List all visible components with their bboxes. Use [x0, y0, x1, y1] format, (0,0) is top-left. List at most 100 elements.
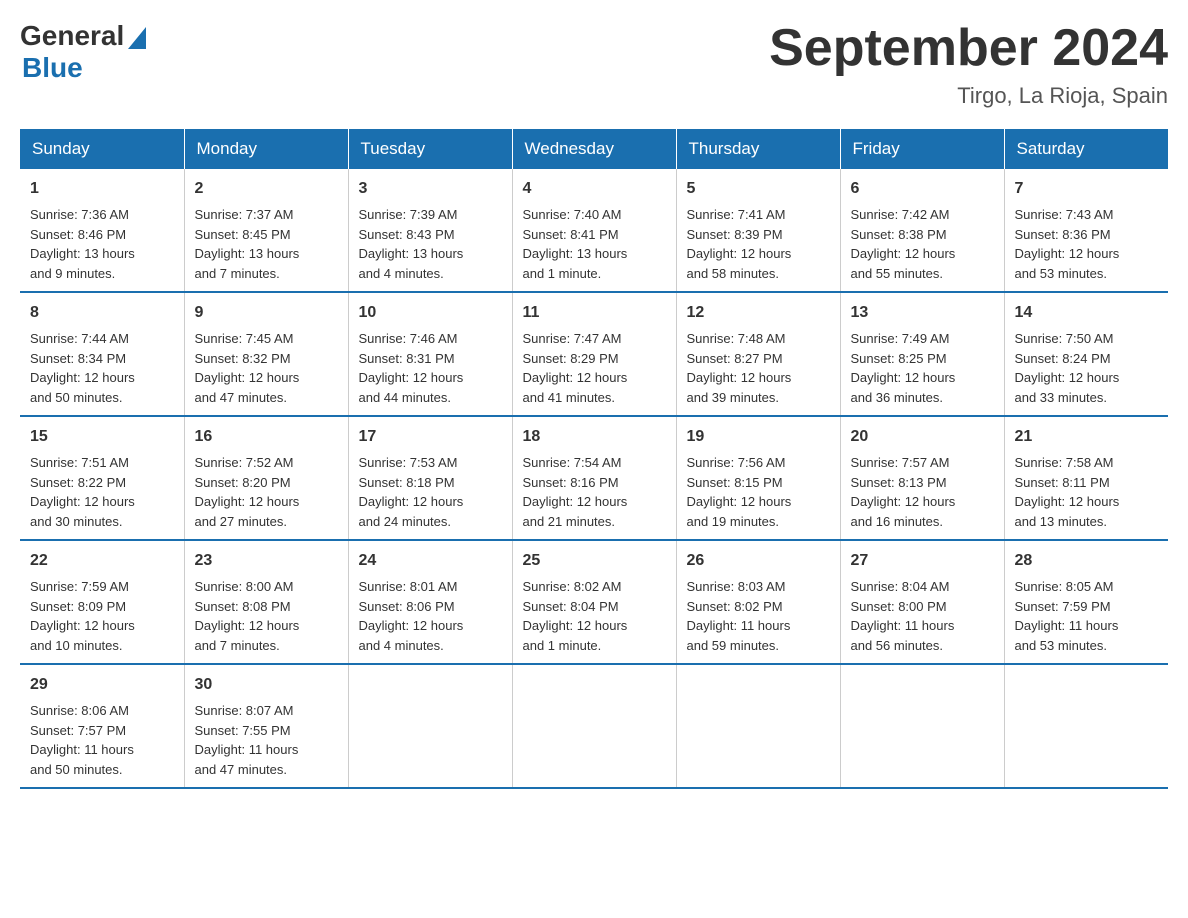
calendar-cell: 23 Sunrise: 8:00 AMSunset: 8:08 PMDayligh…: [184, 540, 348, 664]
week-row-4: 22 Sunrise: 7:59 AMSunset: 8:09 PMDayligh…: [20, 540, 1168, 664]
day-number: 20: [851, 425, 994, 449]
day-number: 18: [523, 425, 666, 449]
day-info: Sunrise: 8:07 AMSunset: 7:55 PMDaylight:…: [195, 701, 338, 779]
day-info: Sunrise: 7:39 AMSunset: 8:43 PMDaylight:…: [359, 205, 502, 283]
calendar-cell: 22 Sunrise: 7:59 AMSunset: 8:09 PMDayligh…: [20, 540, 184, 664]
calendar-cell: 25 Sunrise: 8:02 AMSunset: 8:04 PMDayligh…: [512, 540, 676, 664]
calendar-cell: 5Sunrise: 7:41 AMSunset: 8:39 PMDaylight…: [676, 169, 840, 292]
day-number: 19: [687, 425, 830, 449]
day-number: 8: [30, 301, 174, 325]
day-info: Sunrise: 7:59 AMSunset: 8:09 PMDaylight:…: [30, 577, 174, 655]
day-number: 13: [851, 301, 994, 325]
day-number: 15: [30, 425, 174, 449]
day-info: Sunrise: 7:40 AMSunset: 8:41 PMDaylight:…: [523, 205, 666, 283]
calendar-cell: 4Sunrise: 7:40 AMSunset: 8:41 PMDaylight…: [512, 169, 676, 292]
calendar-cell: [512, 664, 676, 788]
day-info: Sunrise: 8:06 AMSunset: 7:57 PMDaylight:…: [30, 701, 174, 779]
logo-general-text: General: [20, 20, 124, 52]
day-info: Sunrise: 8:00 AMSunset: 8:08 PMDaylight:…: [195, 577, 338, 655]
logo-blue-text: Blue: [22, 52, 146, 84]
header-thursday: Thursday: [676, 129, 840, 169]
calendar-cell: 2 Sunrise: 7:37 AMSunset: 8:45 PMDaylight…: [184, 169, 348, 292]
day-number: 3: [359, 177, 502, 201]
calendar-cell: 16Sunrise: 7:52 AMSunset: 8:20 PMDayligh…: [184, 416, 348, 540]
header-friday: Friday: [840, 129, 1004, 169]
day-info: Sunrise: 7:44 AMSunset: 8:34 PMDaylight:…: [30, 329, 174, 407]
calendar-cell: 3 Sunrise: 7:39 AMSunset: 8:43 PMDaylight…: [348, 169, 512, 292]
calendar-table: SundayMondayTuesdayWednesdayThursdayFrid…: [20, 129, 1168, 789]
page-header: General Blue September 2024 Tirgo, La Ri…: [20, 20, 1168, 109]
calendar-cell: 26Sunrise: 8:03 AMSunset: 8:02 PMDayligh…: [676, 540, 840, 664]
week-row-3: 15 Sunrise: 7:51 AMSunset: 8:22 PMDayligh…: [20, 416, 1168, 540]
calendar-cell: 6 Sunrise: 7:42 AMSunset: 8:38 PMDaylight…: [840, 169, 1004, 292]
day-info: Sunrise: 8:01 AMSunset: 8:06 PMDaylight:…: [359, 577, 502, 655]
calendar-subtitle: Tirgo, La Rioja, Spain: [769, 83, 1168, 109]
day-number: 27: [851, 549, 994, 573]
day-info: Sunrise: 7:53 AMSunset: 8:18 PMDaylight:…: [359, 453, 502, 531]
day-info: Sunrise: 7:54 AMSunset: 8:16 PMDaylight:…: [523, 453, 666, 531]
calendar-cell: [1004, 664, 1168, 788]
day-info: Sunrise: 7:51 AMSunset: 8:22 PMDaylight:…: [30, 453, 174, 531]
calendar-cell: [348, 664, 512, 788]
day-number: 2: [195, 177, 338, 201]
calendar-cell: 14 Sunrise: 7:50 AMSunset: 8:24 PMDayligh…: [1004, 292, 1168, 416]
day-info: Sunrise: 7:46 AMSunset: 8:31 PMDaylight:…: [359, 329, 502, 407]
day-number: 28: [1015, 549, 1159, 573]
header-row: SundayMondayTuesdayWednesdayThursdayFrid…: [20, 129, 1168, 169]
day-info: Sunrise: 8:03 AMSunset: 8:02 PMDaylight:…: [687, 577, 830, 655]
day-info: Sunrise: 7:48 AMSunset: 8:27 PMDaylight:…: [687, 329, 830, 407]
day-info: Sunrise: 7:56 AMSunset: 8:15 PMDaylight:…: [687, 453, 830, 531]
day-info: Sunrise: 7:41 AMSunset: 8:39 PMDaylight:…: [687, 205, 830, 283]
day-info: Sunrise: 8:02 AMSunset: 8:04 PMDaylight:…: [523, 577, 666, 655]
calendar-cell: 24Sunrise: 8:01 AMSunset: 8:06 PMDayligh…: [348, 540, 512, 664]
calendar-cell: 1 Sunrise: 7:36 AMSunset: 8:46 PMDaylight…: [20, 169, 184, 292]
day-info: Sunrise: 7:37 AMSunset: 8:45 PMDaylight:…: [195, 205, 338, 283]
calendar-cell: 13 Sunrise: 7:49 AMSunset: 8:25 PMDayligh…: [840, 292, 1004, 416]
day-info: Sunrise: 7:43 AMSunset: 8:36 PMDaylight:…: [1015, 205, 1159, 283]
header-monday: Monday: [184, 129, 348, 169]
calendar-title: September 2024: [769, 20, 1168, 77]
day-info: Sunrise: 7:58 AMSunset: 8:11 PMDaylight:…: [1015, 453, 1159, 531]
calendar-cell: 19 Sunrise: 7:56 AMSunset: 8:15 PMDayligh…: [676, 416, 840, 540]
day-info: Sunrise: 7:36 AMSunset: 8:46 PMDaylight:…: [30, 205, 174, 283]
day-info: Sunrise: 7:49 AMSunset: 8:25 PMDaylight:…: [851, 329, 994, 407]
title-section: September 2024 Tirgo, La Rioja, Spain: [769, 20, 1168, 109]
logo: General Blue: [20, 20, 146, 84]
day-number: 10: [359, 301, 502, 325]
calendar-cell: 29 Sunrise: 8:06 AMSunset: 7:57 PMDayligh…: [20, 664, 184, 788]
day-info: Sunrise: 7:57 AMSunset: 8:13 PMDaylight:…: [851, 453, 994, 531]
calendar-cell: 15 Sunrise: 7:51 AMSunset: 8:22 PMDayligh…: [20, 416, 184, 540]
day-info: Sunrise: 7:50 AMSunset: 8:24 PMDaylight:…: [1015, 329, 1159, 407]
calendar-cell: [676, 664, 840, 788]
calendar-cell: 20 Sunrise: 7:57 AMSunset: 8:13 PMDayligh…: [840, 416, 1004, 540]
calendar-cell: 17 Sunrise: 7:53 AMSunset: 8:18 PMDayligh…: [348, 416, 512, 540]
calendar-cell: 7Sunrise: 7:43 AMSunset: 8:36 PMDaylight…: [1004, 169, 1168, 292]
calendar-cell: 28Sunrise: 8:05 AMSunset: 7:59 PMDayligh…: [1004, 540, 1168, 664]
day-number: 14: [1015, 301, 1159, 325]
calendar-cell: 10 Sunrise: 7:46 AMSunset: 8:31 PMDayligh…: [348, 292, 512, 416]
day-number: 17: [359, 425, 502, 449]
day-info: Sunrise: 7:52 AMSunset: 8:20 PMDaylight:…: [195, 453, 338, 531]
day-number: 25: [523, 549, 666, 573]
header-wednesday: Wednesday: [512, 129, 676, 169]
calendar-cell: 11Sunrise: 7:47 AMSunset: 8:29 PMDayligh…: [512, 292, 676, 416]
day-number: 6: [851, 177, 994, 201]
day-number: 23: [195, 549, 338, 573]
day-number: 21: [1015, 425, 1159, 449]
day-info: Sunrise: 7:45 AMSunset: 8:32 PMDaylight:…: [195, 329, 338, 407]
week-row-5: 29 Sunrise: 8:06 AMSunset: 7:57 PMDayligh…: [20, 664, 1168, 788]
week-row-2: 8 Sunrise: 7:44 AMSunset: 8:34 PMDaylight…: [20, 292, 1168, 416]
calendar-cell: 18 Sunrise: 7:54 AMSunset: 8:16 PMDayligh…: [512, 416, 676, 540]
header-sunday: Sunday: [20, 129, 184, 169]
calendar-cell: 27 Sunrise: 8:04 AMSunset: 8:00 PMDayligh…: [840, 540, 1004, 664]
day-number: 29: [30, 673, 174, 697]
day-info: Sunrise: 8:04 AMSunset: 8:00 PMDaylight:…: [851, 577, 994, 655]
week-row-1: 1 Sunrise: 7:36 AMSunset: 8:46 PMDaylight…: [20, 169, 1168, 292]
day-info: Sunrise: 7:42 AMSunset: 8:38 PMDaylight:…: [851, 205, 994, 283]
day-number: 22: [30, 549, 174, 573]
header-tuesday: Tuesday: [348, 129, 512, 169]
calendar-header: SundayMondayTuesdayWednesdayThursdayFrid…: [20, 129, 1168, 169]
day-number: 1: [30, 177, 174, 201]
day-number: 9: [195, 301, 338, 325]
day-number: 12: [687, 301, 830, 325]
